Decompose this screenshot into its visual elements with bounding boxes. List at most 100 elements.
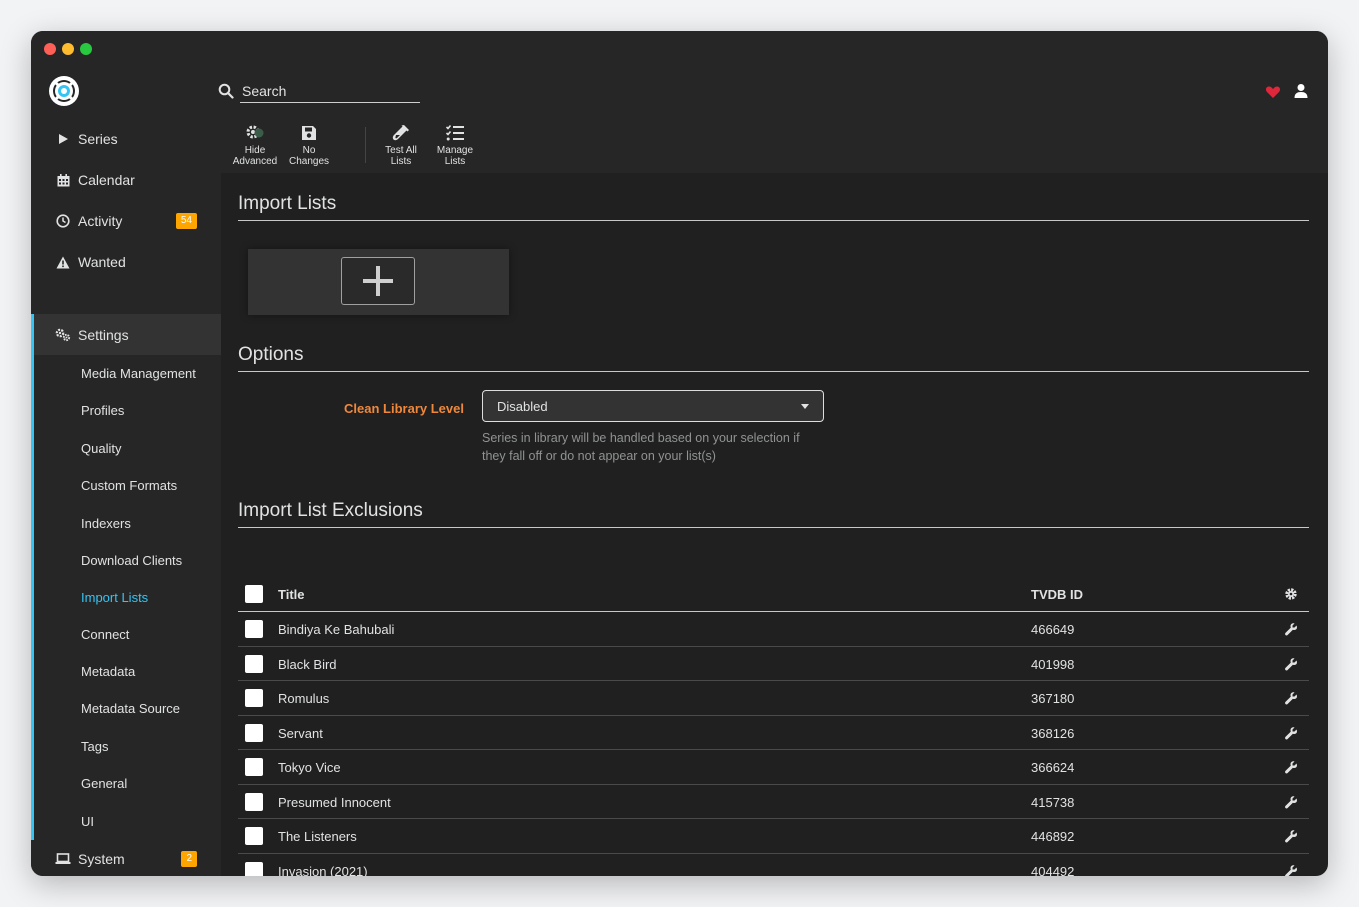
toolbar-label: Advanced <box>232 156 278 167</box>
table-row: Tokyo Vice 366624 <box>238 750 1309 785</box>
plus-icon <box>363 266 393 296</box>
edit-wrench-icon[interactable] <box>1284 829 1298 843</box>
table-row: Servant 368126 <box>238 716 1309 750</box>
cog-toggle-icon <box>246 125 264 139</box>
row-checkbox[interactable] <box>245 620 263 638</box>
hide-advanced-button[interactable]: Hide Advanced <box>228 123 282 167</box>
edit-wrench-icon[interactable] <box>1284 760 1298 774</box>
page-content: Import Lists Options Clean Library Level… <box>238 173 1310 876</box>
edit-wrench-icon[interactable] <box>1284 864 1298 876</box>
no-changes-button[interactable]: No Changes <box>282 123 336 167</box>
sidebar-subitem-metadata-source[interactable]: Metadata Source <box>81 701 180 716</box>
import-lists-heading: Import Lists <box>238 193 1309 221</box>
table-row: Bindiya Ke Bahubali 466649 <box>238 612 1309 647</box>
row-checkbox[interactable] <box>245 654 263 673</box>
import-list-exclusions-heading: Import List Exclusions <box>238 500 1309 528</box>
row-checkbox[interactable] <box>245 861 263 876</box>
title-bar <box>31 31 1328 67</box>
maximize-window-button[interactable] <box>80 43 92 55</box>
search-input[interactable] <box>240 79 420 103</box>
laptop-icon <box>55 851 71 867</box>
edit-wrench-icon[interactable] <box>1284 726 1298 740</box>
row-checkbox[interactable] <box>245 758 263 776</box>
table-header-row: Title TVDB ID <box>238 576 1309 612</box>
row-title: Servant <box>278 725 323 741</box>
row-title: Presumed Innocent <box>278 794 391 810</box>
row-tvdb-id: 404492 <box>1031 863 1075 877</box>
close-window-button[interactable] <box>44 43 56 55</box>
sidebar-subitem-download-clients[interactable]: Download Clients <box>81 553 182 568</box>
add-import-list-button[interactable] <box>341 257 415 305</box>
sidebar-item-wanted[interactable]: Wanted <box>31 242 221 282</box>
row-tvdb-id: 401998 <box>1031 656 1075 672</box>
sidebar-item-series[interactable]: Series <box>31 119 221 159</box>
sidebar-item-system[interactable]: System 2 <box>31 839 221 876</box>
edit-wrench-icon[interactable] <box>1284 691 1298 705</box>
sidebar-item-label: System <box>78 851 125 867</box>
sidebar-subitem-tags[interactable]: Tags <box>81 739 108 754</box>
sidebar-subitem-indexers[interactable]: Indexers <box>81 516 131 531</box>
cogs-icon <box>55 327 71 343</box>
user-icon[interactable] <box>1293 83 1309 99</box>
test-tube-icon <box>392 125 409 141</box>
sidebar-subitem-media-management[interactable]: Media Management <box>81 366 196 381</box>
row-title: Bindiya Ke Bahubali <box>278 622 395 637</box>
sidebar-item-label: Calendar <box>78 172 135 188</box>
row-title: Romulus <box>278 691 330 706</box>
exclusions-table: Title TVDB ID Bindiya Ke Bahubali 466649 B… <box>238 576 1309 876</box>
row-checkbox[interactable] <box>245 689 263 707</box>
sidebar-item-label: Activity <box>78 213 123 229</box>
table-row: The Listeners 446892 <box>238 819 1309 854</box>
edit-wrench-icon[interactable] <box>1284 795 1298 809</box>
sidebar-subitem-ui[interactable]: UI <box>81 814 94 829</box>
sidebar-subitem-custom-formats[interactable]: Custom Formats <box>81 478 177 493</box>
row-title: Black Bird <box>278 656 337 672</box>
sidebar-item-label: Wanted <box>78 254 126 270</box>
edit-wrench-icon[interactable] <box>1284 657 1298 671</box>
sidebar-item-activity[interactable]: Activity 54 <box>31 201 221 241</box>
sonarr-logo-icon[interactable] <box>48 75 80 107</box>
toolbar-label: No <box>302 145 316 156</box>
column-header-tvdb-id[interactable]: TVDB ID <box>1031 587 1083 602</box>
play-icon <box>55 131 71 147</box>
clean-library-help-text: Series in library will be handled based … <box>482 431 800 463</box>
sidebar-subitem-connect[interactable]: Connect <box>81 627 129 642</box>
row-tvdb-id: 446892 <box>1031 829 1075 844</box>
table-options-gear-icon[interactable] <box>1284 587 1298 601</box>
search-icon <box>218 83 234 99</box>
row-checkbox[interactable] <box>245 827 263 845</box>
minimize-window-button[interactable] <box>62 43 74 55</box>
toolbar-label: Hide <box>244 145 266 156</box>
row-tvdb-id: 367180 <box>1031 691 1075 706</box>
save-icon <box>302 126 316 140</box>
sidebar-subitem-quality[interactable]: Quality <box>81 441 121 456</box>
row-checkbox[interactable] <box>245 792 263 811</box>
toolbar-label: Test All <box>385 145 417 156</box>
add-import-list-card[interactable] <box>248 249 509 315</box>
toolbar-label: Manage <box>436 145 474 156</box>
clean-library-level-select[interactable]: Disabled <box>482 390 824 422</box>
clock-icon <box>55 213 71 229</box>
sidebar-item-label: Series <box>78 131 118 147</box>
row-tvdb-id: 366624 <box>1031 760 1075 775</box>
select-all-checkbox[interactable] <box>245 585 263 603</box>
row-checkbox[interactable] <box>245 723 263 742</box>
sidebar-subitem-metadata[interactable]: Metadata <box>81 664 135 679</box>
edit-wrench-icon[interactable] <box>1284 622 1298 636</box>
toolbar-label: Lists <box>444 156 466 167</box>
sidebar-subitem-general[interactable]: General <box>81 776 127 791</box>
page-toolbar: Hide Advanced No Changes Test All Lists <box>221 117 1328 173</box>
heart-icon[interactable] <box>1265 84 1281 100</box>
column-header-title[interactable]: Title <box>278 587 305 602</box>
manage-lists-button[interactable]: Manage Lists <box>428 123 482 167</box>
toolbar-label: Changes <box>288 156 330 167</box>
clean-library-level-label: Clean Library Level <box>344 401 464 416</box>
table-row: Presumed Innocent 415738 <box>238 785 1309 819</box>
sidebar-item-calendar[interactable]: Calendar <box>31 160 221 200</box>
sidebar-subitem-import-lists[interactable]: Import Lists <box>81 590 148 605</box>
sidebar-item-settings[interactable]: Settings <box>31 314 221 355</box>
toolbar-label: Lists <box>390 156 412 167</box>
sidebar-subitem-profiles[interactable]: Profiles <box>81 403 124 418</box>
test-all-lists-button[interactable]: Test All Lists <box>374 123 428 167</box>
row-title: The Listeners <box>278 829 357 844</box>
